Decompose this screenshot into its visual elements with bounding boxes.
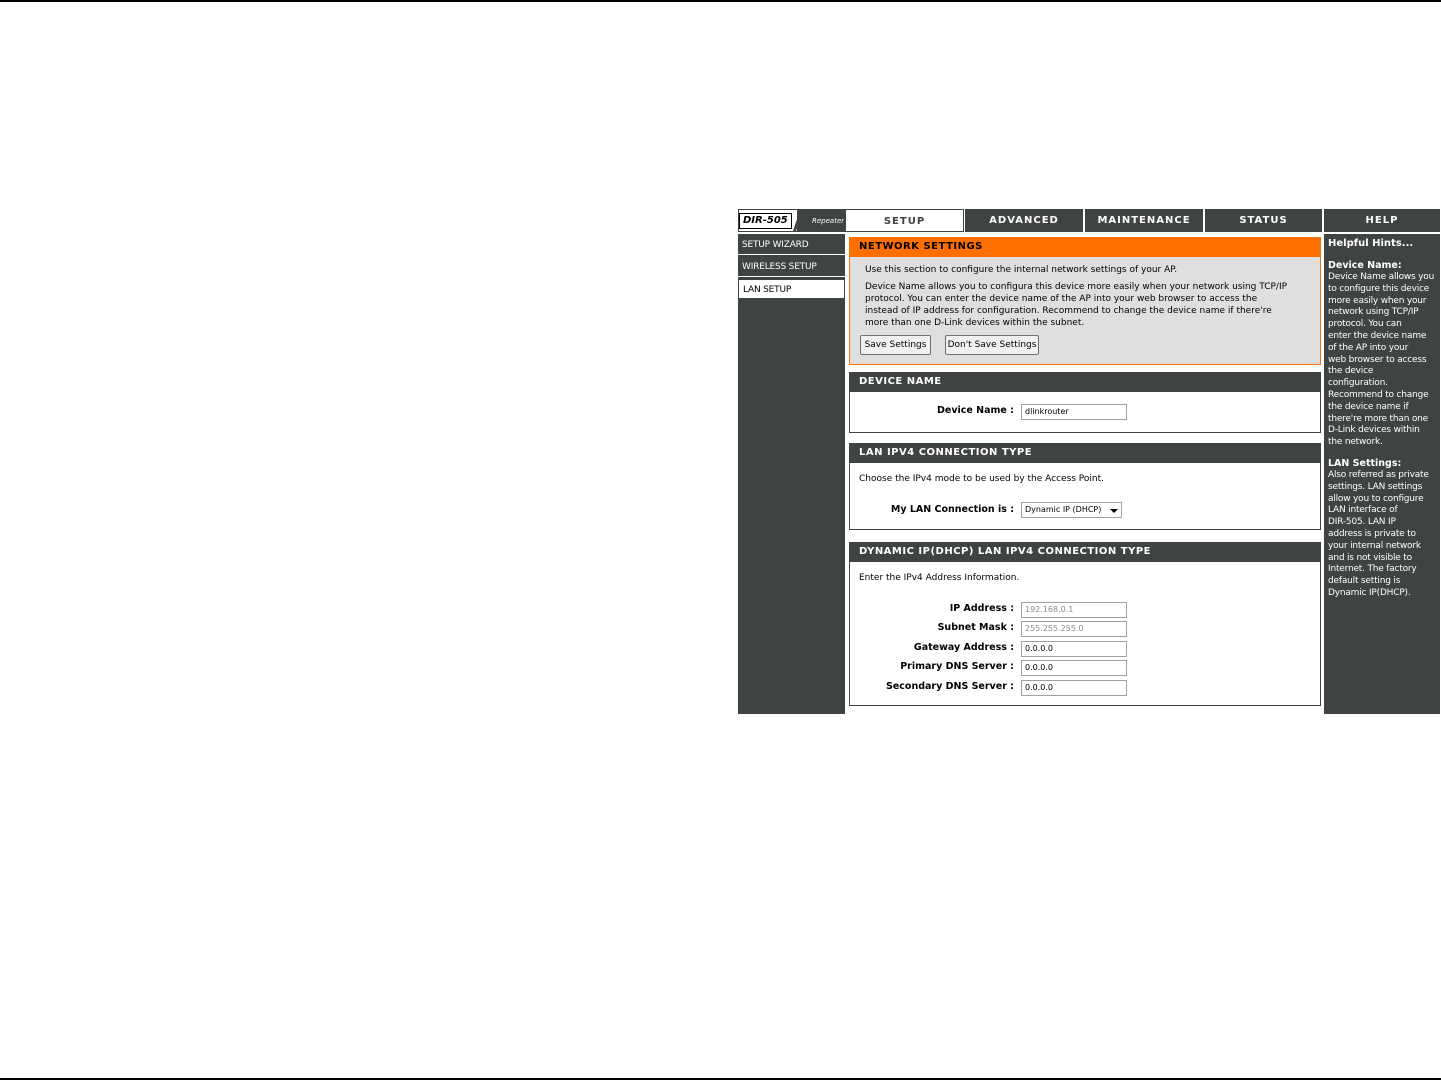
hint-device-name-title: Device Name: (1328, 260, 1402, 271)
tab-status[interactable]: STATUS (1205, 209, 1324, 232)
model-name: DIR-505 (739, 213, 792, 229)
ip-address-label: IP Address : (949, 603, 1014, 614)
description-line: protocol. You can enter the device name … (865, 294, 1258, 304)
description-line: instead of IP address for configuration.… (865, 306, 1272, 316)
router-admin-ui: DIR-505 Repeater SETUP ADVANCED MAINTENA… (738, 209, 1440, 714)
main-content: NETWORK SETTINGS Use this section to con… (848, 234, 1322, 714)
intro-text: Use this section to configure the intern… (865, 265, 1178, 275)
tab-help[interactable]: HELP (1324, 209, 1440, 232)
top-rule (0, 0, 1441, 2)
mode-label: Repeater (812, 217, 845, 225)
selected-option: Dynamic IP (DHCP) (1025, 505, 1102, 514)
sidebar: SETUP WIZARD WIRELESS SETUP LAN SETUP (738, 234, 845, 714)
lan-connection-select[interactable]: Dynamic IP (DHCP) (1021, 502, 1122, 518)
subnet-mask-label: Subnet Mask : (937, 622, 1014, 633)
section-title: DEVICE NAME (849, 372, 1321, 392)
section-title: DYNAMIC IP(DHCP) LAN IPV4 CONNECTION TYP… (849, 542, 1321, 562)
tab-advanced[interactable]: ADVANCED (965, 209, 1085, 232)
section-title: LAN IPV4 CONNECTION TYPE (849, 443, 1321, 463)
dhcp-section: DYNAMIC IP(DHCP) LAN IPV4 CONNECTION TYP… (849, 542, 1321, 706)
hint-lan-settings-text: Also referred as private settings. LAN s… (1328, 469, 1429, 598)
sidebar-item-lan-setup[interactable]: LAN SETUP (738, 279, 845, 299)
device-name-input[interactable]: dlinkrouter (1021, 404, 1127, 420)
lan-connection-type-section: LAN IPV4 CONNECTION TYPE Choose the IPv4… (849, 443, 1321, 530)
intro-text: Enter the IPv4 Address Information. (859, 573, 1020, 583)
network-settings-section: NETWORK SETTINGS Use this section to con… (849, 237, 1321, 365)
gateway-address-input[interactable]: 0.0.0.0 (1021, 641, 1127, 657)
subnet-mask-input[interactable]: 255.255.255.0 (1021, 621, 1127, 637)
dont-save-settings-button[interactable]: Don't Save Settings (945, 335, 1039, 355)
primary-dns-label: Primary DNS Server : (900, 661, 1014, 672)
intro-text: Choose the IPv4 mode to be used by the A… (859, 474, 1105, 484)
product-logo: DIR-505 Repeater (738, 209, 845, 232)
gateway-address-label: Gateway Address : (913, 642, 1014, 653)
helpful-hints-panel: Helpful Hints... Device Name: Device Nam… (1324, 234, 1440, 714)
lan-connection-label: My LAN Connection is : (890, 504, 1014, 515)
secondary-dns-input[interactable]: 0.0.0.0 (1021, 680, 1127, 696)
secondary-dns-label: Secondary DNS Server : (886, 681, 1014, 692)
device-name-label: Device Name : (937, 405, 1014, 416)
chevron-down-icon (1110, 509, 1118, 513)
description-line: more than one D-Link devices within the … (865, 318, 1085, 328)
primary-dns-input[interactable]: 0.0.0.0 (1021, 660, 1127, 676)
save-settings-button[interactable]: Save Settings (860, 335, 931, 355)
ip-address-input[interactable]: 192.168.0.1 (1021, 602, 1127, 618)
device-name-section: DEVICE NAME Device Name : dlinkrouter (849, 372, 1321, 433)
sidebar-item-setup-wizard[interactable]: SETUP WIZARD (738, 235, 845, 255)
tab-maintenance[interactable]: MAINTENANCE (1085, 209, 1205, 232)
bottom-rule (0, 1078, 1441, 1080)
hints-title: Helpful Hints... (1328, 238, 1414, 249)
description-line: Device Name allows you to configura this… (865, 282, 1288, 292)
hint-device-name-text: Device Name allows you to configure this… (1328, 272, 1435, 448)
hint-lan-settings-title: LAN Settings: (1328, 457, 1402, 469)
sidebar-item-wireless-setup[interactable]: WIRELESS SETUP (738, 257, 845, 277)
tab-setup[interactable]: SETUP (845, 209, 964, 232)
section-title: NETWORK SETTINGS (849, 237, 1321, 257)
